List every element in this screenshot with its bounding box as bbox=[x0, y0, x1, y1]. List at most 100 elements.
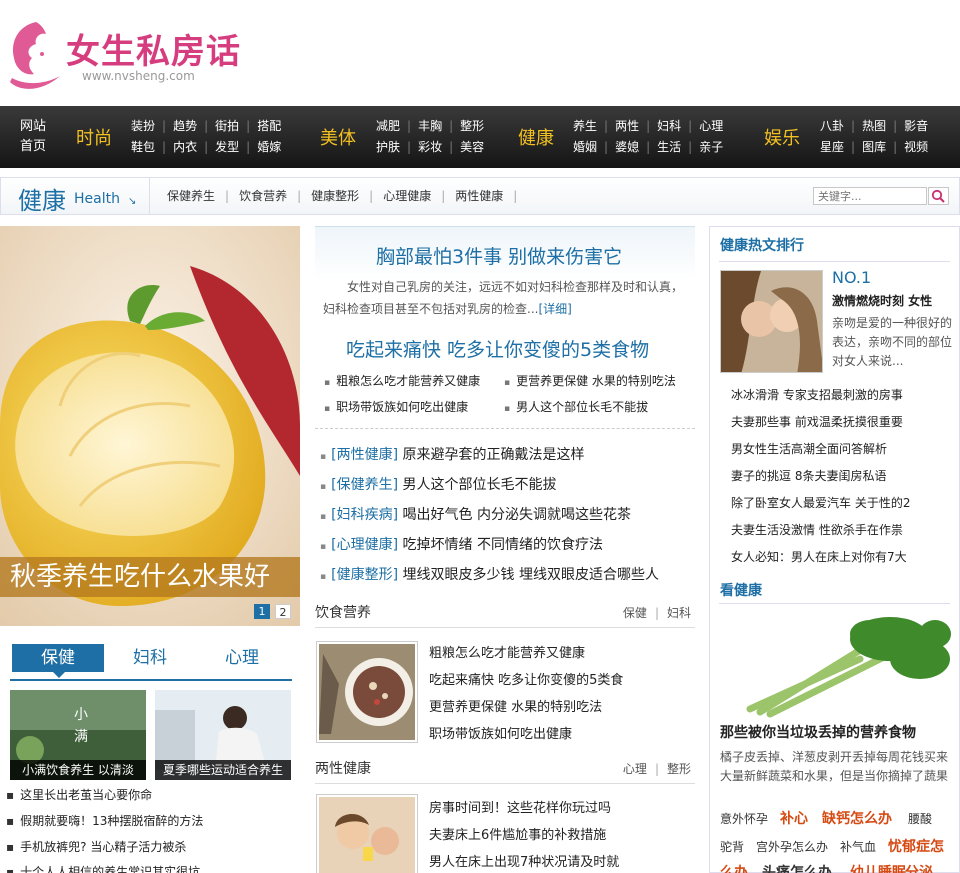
thumb-card[interactable]: 小满 小满饮食养生 以清淡 bbox=[10, 690, 146, 780]
hero-caption[interactable]: 秋季养生吃什么水果好 bbox=[0, 557, 300, 597]
keyword-link[interactable]: 么办 bbox=[720, 862, 748, 873]
nav-link[interactable]: 护肤 bbox=[376, 140, 400, 154]
section-item[interactable]: 夫妻床上6件尴尬事的补救措施 bbox=[429, 824, 606, 843]
list-item[interactable]: ▪ 手机放裤兜? 当心精子活力被杀 bbox=[6, 838, 186, 855]
nav-link[interactable]: 心理 bbox=[699, 119, 723, 133]
hot-item[interactable]: 女人必知：男人在床上对你有7大 bbox=[731, 548, 907, 565]
nav-link[interactable]: 鞋包 bbox=[131, 140, 155, 154]
keyword-link[interactable]: 分泌 bbox=[905, 862, 933, 873]
nav-link[interactable]: 视频 bbox=[904, 140, 928, 154]
nav-link[interactable]: 亲子 bbox=[699, 140, 723, 154]
no1-title[interactable]: 激情燃烧时刻 女性 bbox=[832, 292, 932, 309]
nav-link[interactable]: 婚嫁 bbox=[257, 140, 281, 154]
tag-label[interactable]: [健康整形] bbox=[331, 567, 398, 583]
list-item[interactable]: ▪ 这里长出老茧当心要你命 bbox=[6, 786, 152, 803]
feature-headline-2[interactable]: 吃起来痛快 吃多让你变傻的5类食物 bbox=[346, 335, 649, 362]
nav-link[interactable]: 八卦 bbox=[820, 119, 844, 133]
section-item[interactable]: 吃起来痛快 吃多让你变傻的5类食 bbox=[429, 669, 623, 688]
tagged-item[interactable]: [两性健康] 原来避孕套的正确戴法是这样 bbox=[320, 444, 585, 464]
tagged-item[interactable]: [心理健康] 吃掉坏情绪 不同情绪的饮食疗法 bbox=[320, 534, 603, 554]
section-link[interactable]: 整形 bbox=[667, 762, 691, 776]
feature-link[interactable]: 更营养更保健 水果的特别吃法 bbox=[504, 372, 676, 389]
keyword-link[interactable]: 头痛怎么办 bbox=[762, 862, 832, 873]
tag-label[interactable]: [两性健康] bbox=[331, 447, 398, 463]
nav-link[interactable]: 减肥 bbox=[376, 119, 400, 133]
keyword-link[interactable]: 幼儿睡眠 bbox=[850, 862, 906, 873]
section-title[interactable]: 饮食营养 bbox=[315, 602, 371, 622]
nav-link[interactable]: 婆媳 bbox=[615, 140, 639, 154]
section-link[interactable]: 保健 bbox=[623, 606, 647, 620]
section-title[interactable]: 两性健康 bbox=[315, 758, 371, 778]
nav-link[interactable]: 影音 bbox=[904, 119, 928, 133]
search-input[interactable] bbox=[813, 187, 927, 205]
tagged-text[interactable]: 原来避孕套的正确戴法是这样 bbox=[403, 447, 585, 463]
section-item[interactable]: 房事时间到！这些花样你玩过吗 bbox=[429, 797, 611, 816]
tagged-text[interactable]: 男人这个部位长毛不能拔 bbox=[403, 477, 557, 493]
channel-link[interactable]: 心理健康 bbox=[383, 189, 431, 203]
tag-label[interactable]: [心理健康] bbox=[331, 537, 398, 553]
tagged-text[interactable]: 喝出好气色 内分泌失调就喝这些花茶 bbox=[403, 507, 631, 523]
hot-item[interactable]: 除了卧室女人最爱汽车 关于性的2 bbox=[731, 494, 910, 511]
nav-link[interactable]: 两性 bbox=[615, 119, 639, 133]
list-item[interactable]: ▪ 十个人人相信的养生常识其实很坑 bbox=[6, 863, 200, 873]
keyword-link[interactable]: 腰酸 bbox=[908, 810, 932, 827]
tab-fuke[interactable]: 妇科 bbox=[104, 644, 196, 672]
keyword-link[interactable]: 意外怀孕 bbox=[720, 810, 768, 827]
keyword-link[interactable]: 忧郁症怎 bbox=[888, 836, 944, 856]
keyword-link[interactable]: 补心 bbox=[780, 808, 808, 828]
slide-page-2[interactable]: 2 bbox=[275, 604, 291, 619]
nav-link[interactable]: 趋势 bbox=[173, 119, 197, 133]
hot-item[interactable]: 男女性生活高潮全面问答解析 bbox=[731, 440, 887, 457]
section-link[interactable]: 心理 bbox=[623, 762, 647, 776]
nav-home-link[interactable]: 网站 首页 bbox=[20, 117, 60, 157]
tagged-item[interactable]: [健康整形] 埋线双眼皮多少钱 埋线双眼皮适合哪些人 bbox=[320, 564, 659, 584]
tag-label[interactable]: [妇科疾病] bbox=[331, 507, 398, 523]
section-image[interactable] bbox=[316, 641, 418, 743]
health-image[interactable] bbox=[720, 614, 951, 720]
channel-link[interactable]: 两性健康 bbox=[455, 189, 503, 203]
nav-link[interactable]: 热图 bbox=[862, 119, 886, 133]
search-button[interactable] bbox=[928, 187, 949, 205]
section-item[interactable]: 男人在床上出现7种状况请及时就 bbox=[429, 851, 619, 870]
tag-label[interactable]: [保健养生] bbox=[331, 477, 398, 493]
keyword-link[interactable]: 补气血 bbox=[840, 838, 876, 855]
tagged-text[interactable]: 吃掉坏情绪 不同情绪的饮食疗法 bbox=[403, 537, 603, 553]
health-article-title[interactable]: 那些被你当垃圾丢掉的营养食物 bbox=[720, 722, 916, 742]
thumb-card[interactable]: 夏季哪些运动适合养生 bbox=[155, 690, 291, 780]
nav-link[interactable]: 妇科 bbox=[657, 119, 681, 133]
tab-xinli[interactable]: 心理 bbox=[196, 644, 288, 672]
hot-item[interactable]: 冰冰滑滑 专家支招最刺激的房事 bbox=[731, 386, 903, 403]
hot-item[interactable]: 妻子的挑逗 8条夫妻闺房私语 bbox=[731, 467, 886, 484]
section-item[interactable]: 职场带饭族如何吃出健康 bbox=[429, 723, 572, 742]
nav-link[interactable]: 婚姻 bbox=[573, 140, 597, 154]
tagged-text[interactable]: 埋线双眼皮多少钱 埋线双眼皮适合哪些人 bbox=[403, 567, 659, 583]
list-item[interactable]: ▪ 假期就要嗨！13种摆脱宿醉的方法 bbox=[6, 812, 203, 829]
section-image[interactable] bbox=[316, 794, 418, 873]
nav-cat-fashion[interactable]: 时尚 bbox=[76, 124, 112, 150]
nav-link[interactable]: 彩妆 bbox=[418, 140, 442, 154]
keyword-link[interactable]: 宫外孕怎么办 bbox=[756, 838, 828, 855]
nav-link[interactable]: 内衣 bbox=[173, 140, 197, 154]
detail-link[interactable]: [详细] bbox=[538, 302, 571, 316]
hot-item[interactable]: 夫妻生活没激情 性欲杀手在作祟 bbox=[731, 521, 903, 538]
feature-headline[interactable]: 胸部最怕3件事 别做来伤害它 bbox=[376, 242, 622, 269]
nav-cat-health[interactable]: 健康 bbox=[518, 124, 554, 150]
section-item[interactable]: 更营养更保健 水果的特别吃法 bbox=[429, 696, 602, 715]
channel-link[interactable]: 健康整形 bbox=[311, 189, 359, 203]
hot-item[interactable]: 夫妻那些事 前戏温柔抚摸很重要 bbox=[731, 413, 903, 430]
nav-cat-body[interactable]: 美体 bbox=[320, 124, 356, 150]
keyword-link[interactable]: 驼背 bbox=[720, 838, 744, 855]
slide-page-1[interactable]: 1 bbox=[254, 604, 270, 619]
feature-link[interactable]: 粗粮怎么吃才能营养又健康 bbox=[324, 372, 480, 389]
tagged-item[interactable]: [妇科疾病] 喝出好气色 内分泌失调就喝这些花茶 bbox=[320, 504, 631, 524]
nav-link[interactable]: 整形 bbox=[460, 119, 484, 133]
nav-link[interactable]: 美容 bbox=[460, 140, 484, 154]
tagged-item[interactable]: [保健养生] 男人这个部位长毛不能拔 bbox=[320, 474, 557, 494]
nav-cat-ent[interactable]: 娱乐 bbox=[764, 124, 800, 150]
channel-link[interactable]: 保健养生 bbox=[167, 189, 215, 203]
tab-baojian[interactable]: 保健 bbox=[12, 644, 104, 672]
no1-image[interactable] bbox=[720, 270, 823, 373]
keyword-link[interactable]: 缺钙怎么办 bbox=[822, 808, 892, 828]
nav-link[interactable]: 街拍 bbox=[215, 119, 239, 133]
nav-link[interactable]: 星座 bbox=[820, 140, 844, 154]
